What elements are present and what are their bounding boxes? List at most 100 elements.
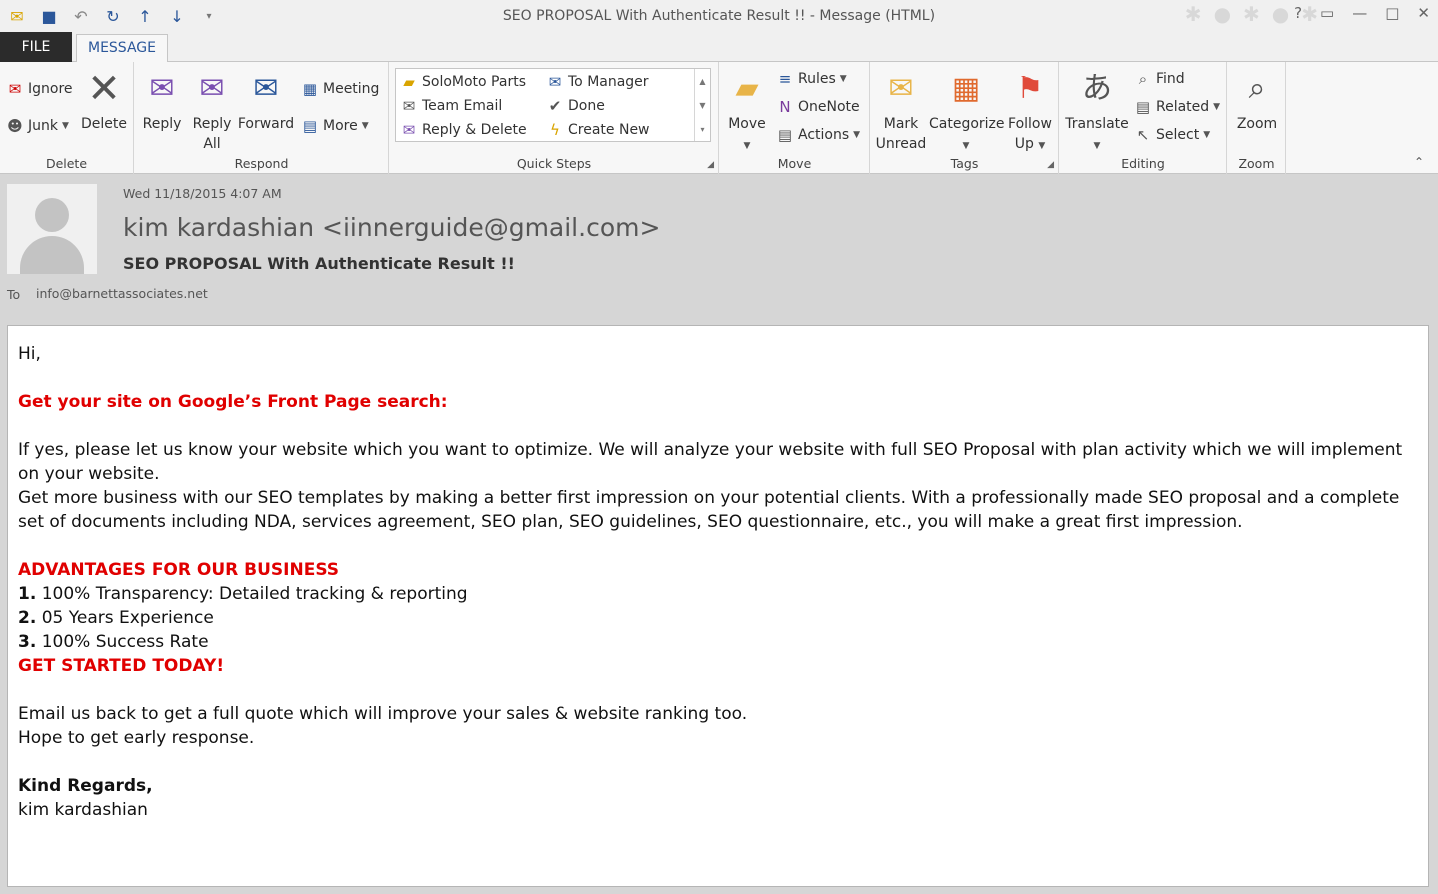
translate-button[interactable]: あ Translate ▼ bbox=[1064, 68, 1130, 156]
zoom-button[interactable]: ⌕ Zoom bbox=[1232, 68, 1282, 134]
chevron-down-icon: ▼ bbox=[1093, 141, 1101, 151]
related-button[interactable]: ▤ Related ▼ bbox=[1134, 98, 1220, 116]
quick-steps-group-label: Quick Steps bbox=[516, 156, 592, 171]
ribbon: ✉ Ignore ☻ Junk ▼ ✕ Delete Delete ✉ Repl… bbox=[0, 62, 1438, 174]
lightning-icon: ϟ bbox=[550, 121, 560, 139]
quick-steps-scrollbar[interactable]: ▲ ▼ ▾ bbox=[694, 69, 710, 141]
delete-icon: ✕ bbox=[87, 66, 121, 112]
sender[interactable]: kim kardashian <iinnerguide@gmail.com> bbox=[123, 213, 660, 242]
delete-group: ✉ Ignore ☻ Junk ▼ ✕ Delete Delete bbox=[0, 62, 134, 174]
forward-button[interactable]: ✉ Forward bbox=[237, 68, 295, 134]
move-group-label: Move bbox=[777, 156, 812, 171]
regards: Kind Regards, bbox=[18, 776, 153, 796]
rules-icon: ≡ bbox=[778, 70, 792, 88]
tab-message[interactable]: MESSAGE bbox=[76, 34, 168, 63]
chevron-down-icon: ▼ bbox=[361, 121, 369, 131]
quick-step-done[interactable]: ✔ Done bbox=[546, 97, 605, 115]
reply-all-button[interactable]: ✉ Reply All bbox=[189, 68, 235, 154]
chevron-down-icon: ▼ bbox=[1203, 130, 1211, 140]
forward-icon: ✉ bbox=[253, 71, 279, 106]
title-bar: ✉ ■ ↶ ↻ ↑ ↓ ▾ SEO PROPOSAL With Authenti… bbox=[0, 0, 1438, 32]
cursor-icon: ↖ bbox=[1136, 126, 1150, 144]
ignore-icon: ✉ bbox=[8, 80, 22, 98]
paragraph-2: Get more business with our SEO templates… bbox=[18, 488, 1405, 532]
closing-line-1: Email us back to get a full quote which … bbox=[18, 704, 748, 724]
chevron-down-icon: ▼ bbox=[61, 121, 69, 131]
help-icon[interactable]: ? bbox=[1294, 4, 1302, 22]
reply-delete-icon: ✉ bbox=[402, 121, 416, 139]
translate-icon: あ bbox=[1082, 71, 1112, 106]
to-recipient[interactable]: info@barnettassociates.net bbox=[36, 286, 208, 301]
chevron-down-icon: ▼ bbox=[839, 74, 847, 84]
signature: kim kardashian bbox=[18, 800, 148, 820]
meeting-button[interactable]: ▦ Meeting bbox=[301, 80, 380, 98]
forward-mail-icon: ✉ bbox=[548, 73, 562, 91]
scroll-down-icon[interactable]: ▼ bbox=[699, 101, 705, 110]
junk-icon: ☻ bbox=[7, 117, 23, 135]
greeting: Hi, bbox=[18, 344, 41, 364]
more-icon: ▤ bbox=[302, 117, 318, 135]
reply-all-icon: ✉ bbox=[199, 71, 225, 106]
expand-gallery-icon[interactable]: ▾ bbox=[700, 125, 704, 134]
maximize-icon[interactable]: □ bbox=[1385, 4, 1399, 22]
quick-step-team-email[interactable]: ✉ Team Email bbox=[400, 97, 503, 115]
move-folder-icon: ▰ bbox=[735, 71, 759, 106]
tab-file[interactable]: FILE bbox=[0, 32, 72, 62]
quick-step-create-new[interactable]: ϟ Create New bbox=[546, 121, 649, 139]
tags-group: ✉ Mark Unread ▦ Categorize ▼ ⚑ Follow Up… bbox=[871, 62, 1059, 174]
follow-up-button[interactable]: ⚑ Follow Up ▼ bbox=[1005, 68, 1055, 156]
junk-button[interactable]: ☻ Junk ▼ bbox=[6, 117, 69, 135]
sent-date: Wed 11/18/2015 4:07 AM bbox=[123, 186, 282, 201]
closing-line-2: Hope to get early response. bbox=[18, 728, 255, 748]
onenote-icon: N bbox=[779, 98, 791, 116]
paragraph-1: If yes, please let us know your website … bbox=[18, 440, 1408, 484]
avatar[interactable] bbox=[7, 184, 97, 274]
respond-group: ✉ Reply ✉ Reply All ✉ Forward ▦ Meeting … bbox=[135, 62, 389, 174]
close-icon[interactable]: ✕ bbox=[1417, 4, 1430, 22]
more-respond-button[interactable]: ▤ More ▼ bbox=[301, 117, 369, 135]
related-icon: ▤ bbox=[1135, 98, 1151, 116]
reply-icon: ✉ bbox=[149, 71, 175, 106]
collapse-ribbon-icon[interactable]: ⌃ bbox=[1414, 155, 1424, 169]
dialog-launcher-icon[interactable]: ◢ bbox=[1047, 160, 1054, 170]
to-label: To bbox=[7, 287, 21, 302]
dialog-launcher-icon[interactable]: ◢ bbox=[707, 160, 714, 170]
onenote-button[interactable]: N OneNote bbox=[776, 98, 859, 116]
headline: Get your site on Google’s Front Page sea… bbox=[18, 392, 448, 412]
move-button[interactable]: ▰ Move ▼ bbox=[726, 68, 768, 156]
mail-icon: ✉ bbox=[402, 97, 416, 115]
respond-group-label: Respond bbox=[234, 156, 289, 171]
quick-step-solomoto-parts[interactable]: ▰ SoloMoto Parts bbox=[400, 73, 526, 91]
actions-button[interactable]: ▤ Actions ▼ bbox=[776, 126, 860, 144]
editing-group-label: Editing bbox=[1121, 156, 1165, 171]
scroll-up-icon[interactable]: ▲ bbox=[699, 77, 705, 86]
call-to-action: GET STARTED TODAY! bbox=[18, 656, 225, 676]
tags-group-label: Tags bbox=[950, 156, 979, 171]
binoculars-icon: ⌕ bbox=[1138, 70, 1148, 88]
flag-icon: ⚑ bbox=[1016, 71, 1044, 106]
advantage-item: 2. 05 Years Experience bbox=[18, 608, 214, 628]
ignore-button[interactable]: ✉ Ignore bbox=[6, 80, 73, 98]
zoom-group-label: Zoom bbox=[1238, 156, 1275, 171]
ribbon-tabs: FILE MESSAGE bbox=[0, 32, 1438, 63]
categorize-icon: ▦ bbox=[951, 71, 981, 106]
select-button[interactable]: ↖ Select ▼ bbox=[1134, 126, 1210, 144]
delete-button[interactable]: ✕ Delete bbox=[80, 68, 128, 134]
chevron-down-icon: ▼ bbox=[1213, 102, 1221, 112]
chevron-down-icon: ▼ bbox=[962, 141, 970, 151]
find-button[interactable]: ⌕ Find bbox=[1134, 70, 1185, 88]
quick-steps-group: ▰ SoloMoto Parts ✉ To Manager ✉ Team Ema… bbox=[390, 62, 719, 174]
quick-step-reply-delete[interactable]: ✉ Reply & Delete bbox=[400, 121, 527, 139]
subject: SEO PROPOSAL With Authenticate Result !! bbox=[123, 254, 515, 273]
rules-button[interactable]: ≡ Rules ▼ bbox=[776, 70, 847, 88]
restore-icon[interactable]: ▭ bbox=[1320, 4, 1334, 22]
reply-button[interactable]: ✉ Reply bbox=[141, 68, 183, 134]
quick-steps-gallery: ▰ SoloMoto Parts ✉ To Manager ✉ Team Ema… bbox=[395, 68, 711, 142]
editing-group: あ Translate ▼ ⌕ Find ▤ Related ▼ ↖ Selec… bbox=[1060, 62, 1227, 174]
quick-step-to-manager[interactable]: ✉ To Manager bbox=[546, 73, 649, 91]
zoom-group: ⌕ Zoom Zoom bbox=[1228, 62, 1286, 174]
delete-group-label: Delete bbox=[45, 156, 88, 171]
categorize-button[interactable]: ▦ Categorize ▼ bbox=[929, 68, 1005, 156]
minimize-icon[interactable]: — bbox=[1352, 4, 1367, 22]
mark-unread-button[interactable]: ✉ Mark Unread bbox=[875, 68, 927, 154]
